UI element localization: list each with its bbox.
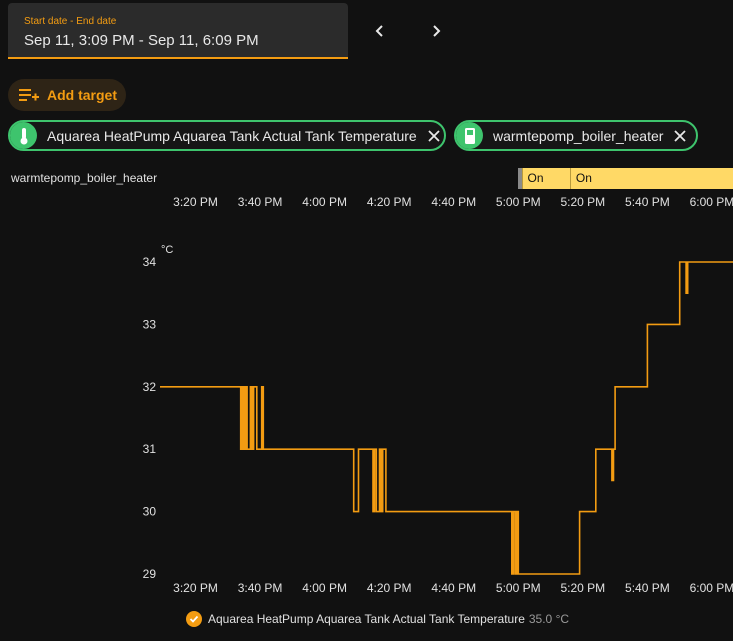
y-tick-label: 32 <box>143 380 157 394</box>
x-tick-label: 5:40 PM <box>625 581 670 595</box>
x-tick-label: 4:20 PM <box>367 581 412 595</box>
x-tick-label: 4:00 PM <box>302 581 347 595</box>
x-tick-label: 3:40 PM <box>238 581 283 595</box>
y-tick-label: 34 <box>143 255 157 269</box>
timeline-tick-label: 3:20 PM <box>173 195 218 209</box>
legend-series-label: Aquarea HeatPump Aquarea Tank Actual Tan… <box>208 612 525 626</box>
timeline-tick-label: 5:40 PM <box>625 195 670 209</box>
y-tick-label: 33 <box>143 317 157 331</box>
x-tick-label: 5:20 PM <box>560 581 605 595</box>
timeline-tick-label: 4:20 PM <box>367 195 412 209</box>
timeline-tick-label: 6:00 PM <box>690 195 733 209</box>
timeline-tick-label: 4:40 PM <box>431 195 476 209</box>
x-tick-label: 5:00 PM <box>496 581 541 595</box>
legend-current-value: 35.0 °C <box>528 612 570 626</box>
timeline-tick-label: 3:40 PM <box>238 195 283 209</box>
chart-legend-item[interactable]: Aquarea HeatPump Aquarea Tank Actual Tan… <box>186 611 569 627</box>
x-tick-label: 3:20 PM <box>173 581 218 595</box>
x-tick-label: 6:00 PM <box>690 581 733 595</box>
y-tick-label: 31 <box>143 442 157 456</box>
x-tick-label: 4:40 PM <box>431 581 476 595</box>
y-tick-label: 29 <box>143 567 157 581</box>
y-axis-unit: °C <box>161 244 173 256</box>
y-tick-label: 30 <box>143 505 157 519</box>
timeline-tick-label: 5:00 PM <box>496 195 541 209</box>
timeline-tick-label: 5:20 PM <box>560 195 605 209</box>
temperature-series-line <box>160 261 733 575</box>
check-circle-icon <box>186 611 202 627</box>
timeline-tick-label: 4:00 PM <box>302 195 347 209</box>
tank-temperature-chart: 3:20 PM 3:20 PM 3:40 PM 3:40 PM 4:00 PM 4:00 … <box>143 195 733 595</box>
